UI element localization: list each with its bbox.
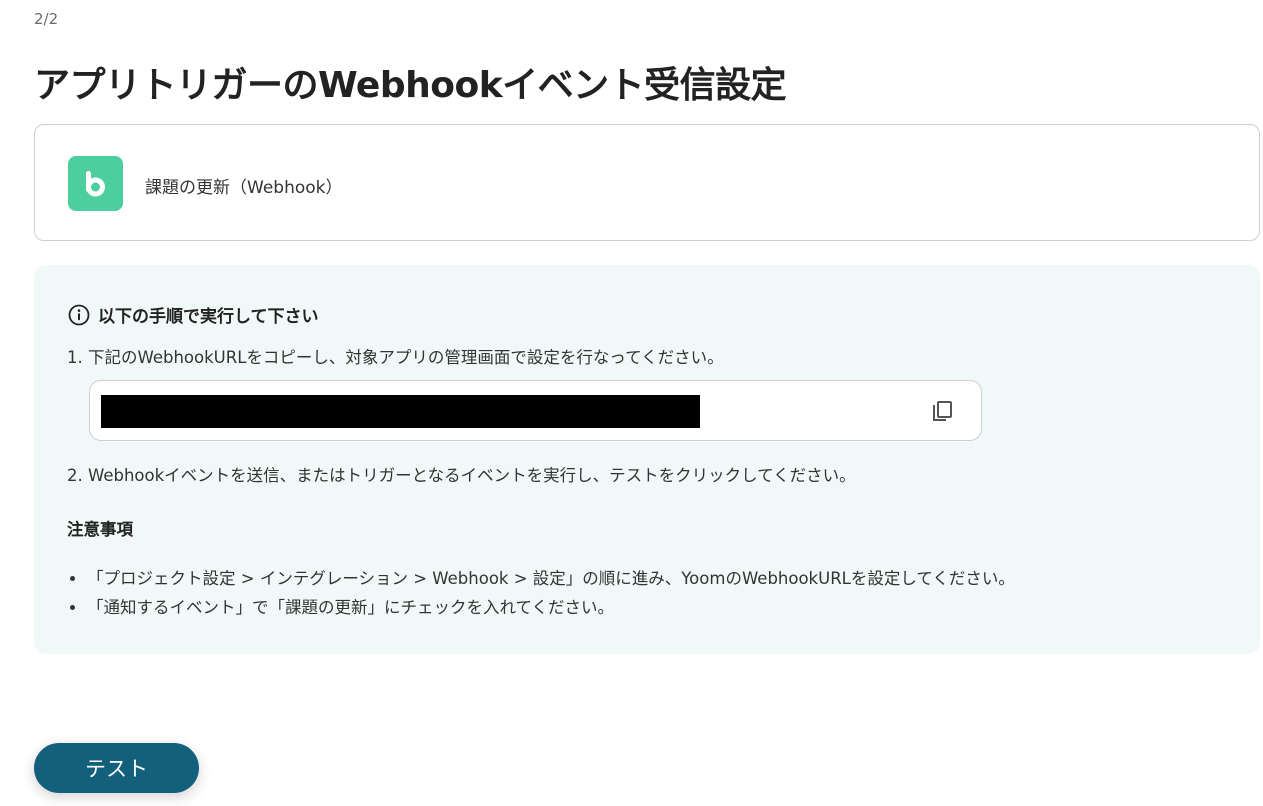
- info-icon: [68, 304, 90, 326]
- copy-icon: [930, 399, 956, 425]
- instructions-heading: 以下の手順で実行して下さい: [68, 302, 319, 327]
- test-button[interactable]: テスト: [34, 743, 199, 793]
- notes-list: 「プロジェクト設定 > インテグレーション > Webhook > 設定」の順に…: [67, 565, 1015, 623]
- webhook-url-redacted: [101, 395, 700, 428]
- instructions-heading-text: 以下の手順で実行して下さい: [98, 307, 319, 327]
- webhook-url-field[interactable]: [89, 380, 982, 441]
- page-title: アプリトリガーのWebhookイベント受信設定: [34, 65, 787, 106]
- page: 2/2 アプリトリガーのWebhookイベント受信設定 課題の更新（Webhoo…: [0, 0, 1263, 806]
- trigger-name: 課題の更新（Webhook）: [145, 178, 343, 198]
- step-counter: 2/2: [34, 10, 59, 28]
- list-item: 「プロジェクト設定 > インテグレーション > Webhook > 設定」の順に…: [87, 565, 1015, 594]
- notes-heading: 注意事項: [67, 520, 133, 539]
- instruction-step-2: 2. Webhookイベントを送信、またはトリガーとなるイベントを実行し、テスト…: [67, 466, 856, 485]
- list-item: 「通知するイベント」で「課題の更新」にチェックを入れてください。: [87, 594, 1015, 623]
- instructions-panel: 以下の手順で実行して下さい 1. 下記のWebhookURLをコピーし、対象アプ…: [34, 265, 1260, 654]
- instruction-step-1: 1. 下記のWebhookURLをコピーし、対象アプリの管理画面で設定を行なって…: [67, 348, 724, 367]
- trigger-card: 課題の更新（Webhook）: [34, 124, 1260, 241]
- copy-button[interactable]: [928, 397, 958, 427]
- backlog-logo-icon: [68, 156, 123, 211]
